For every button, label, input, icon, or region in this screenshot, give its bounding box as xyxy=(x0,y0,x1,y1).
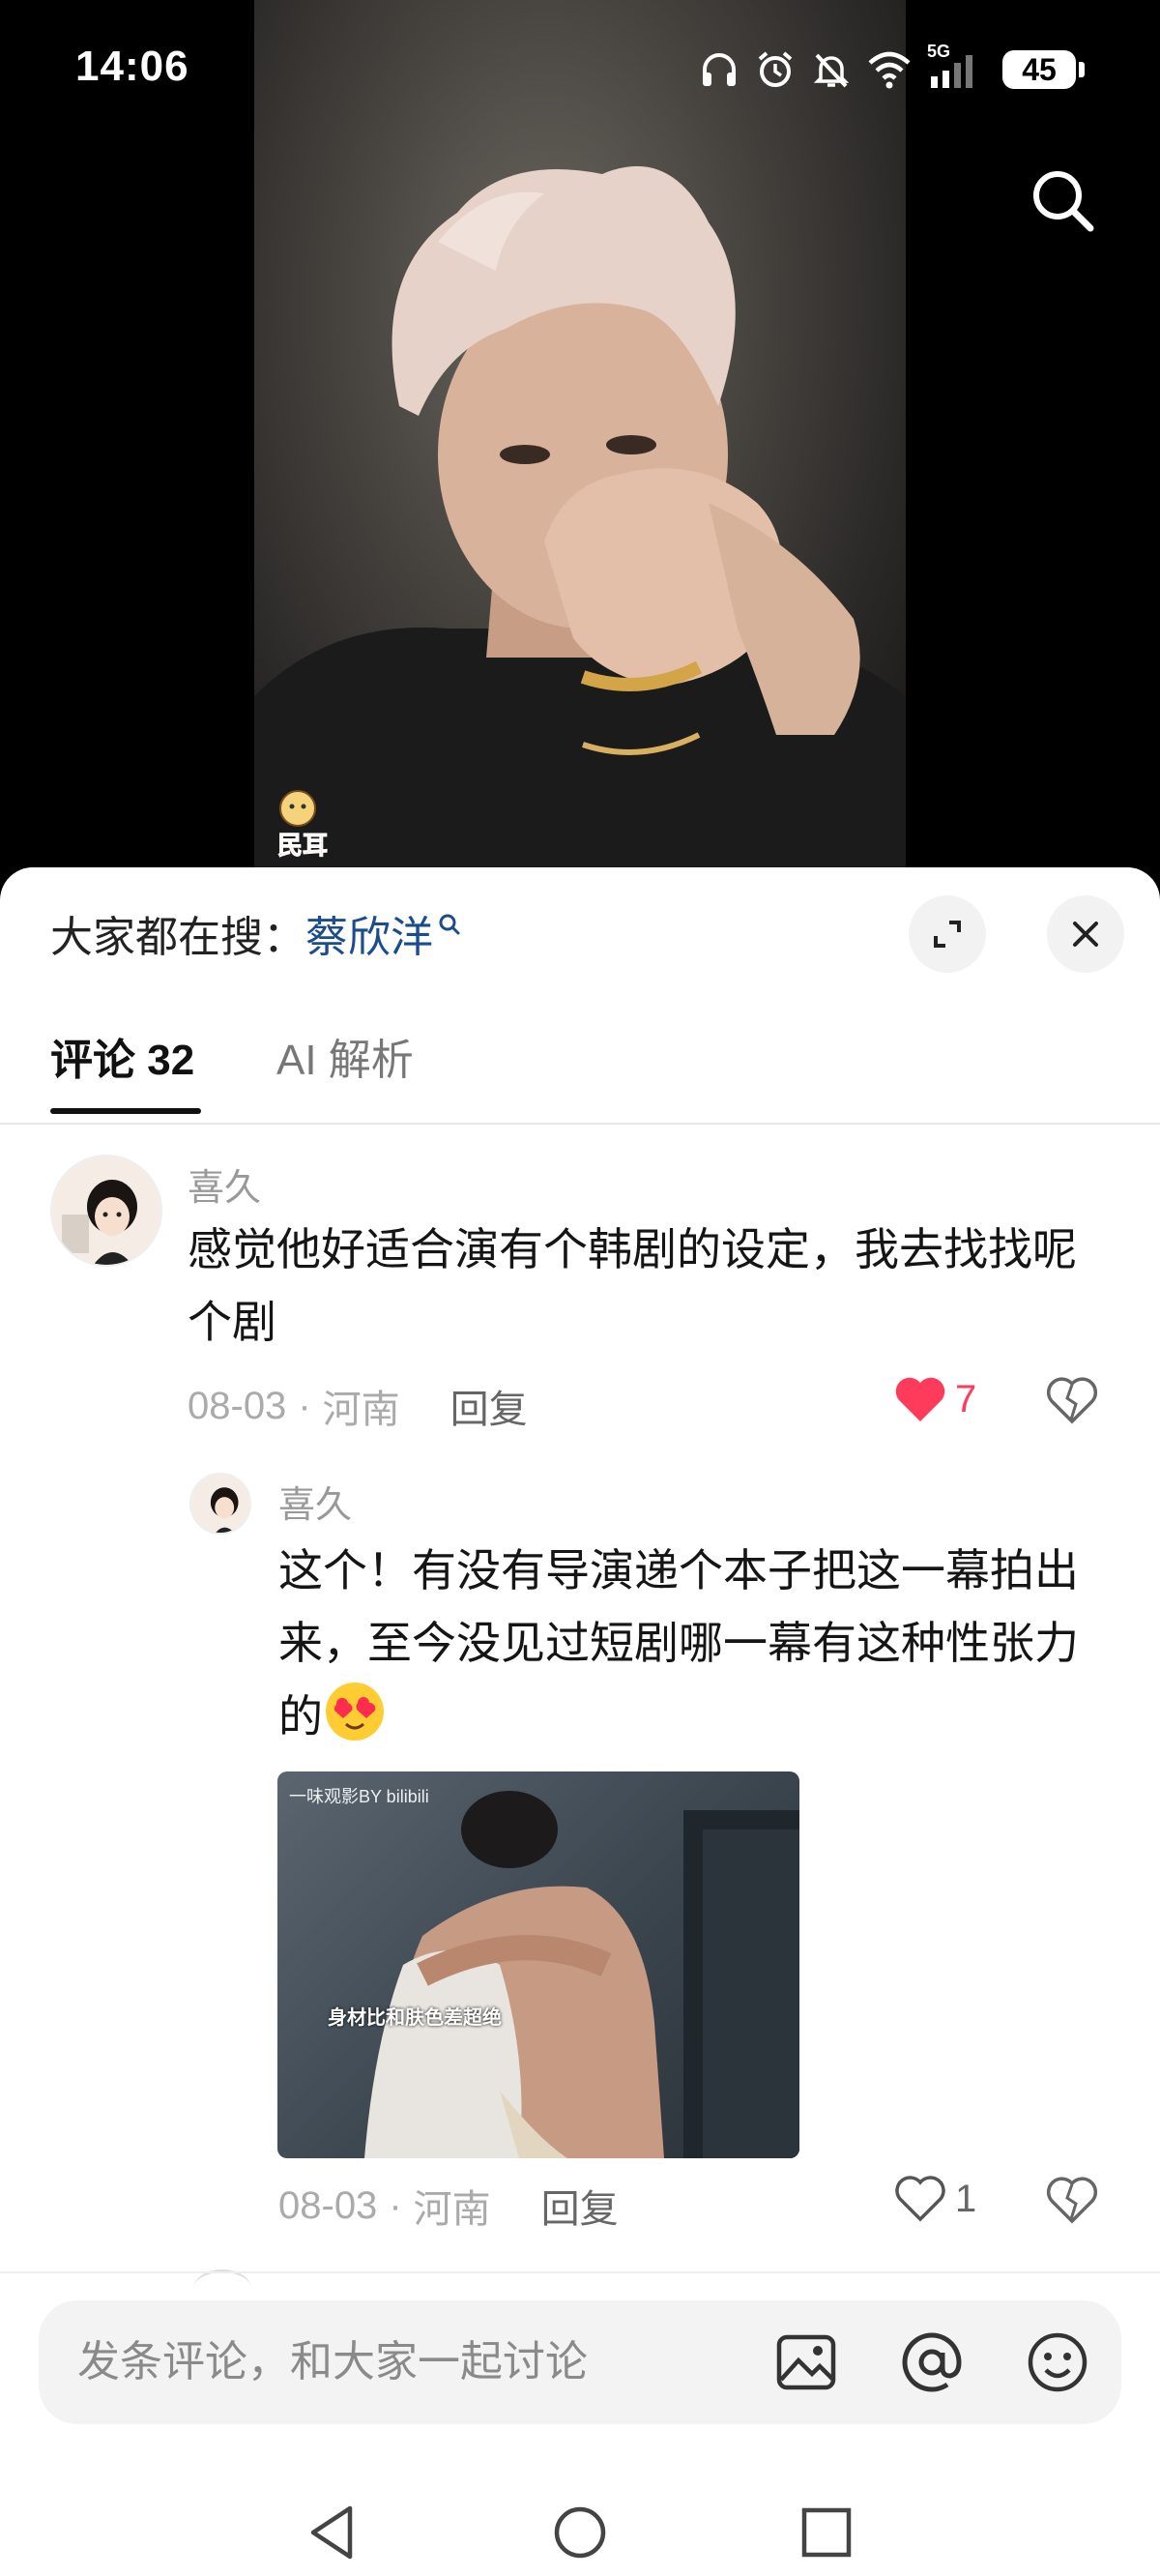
comment-date: 08-03 xyxy=(188,1384,287,1427)
reply-image-still xyxy=(364,1791,799,2158)
reply-button[interactable]: 回复 xyxy=(450,1378,528,1434)
home-icon[interactable] xyxy=(546,2499,614,2566)
video-player[interactable]: 民耳 14:06 5G 45 xyxy=(0,0,1160,870)
battery-level: 45 xyxy=(1002,50,1076,89)
expand-icon xyxy=(934,921,961,948)
wifi-icon xyxy=(868,51,911,89)
like-button[interactable]: 1 xyxy=(893,2175,976,2223)
reply-meta: 08-03 · 河南 回复 xyxy=(278,2178,619,2234)
back-icon[interactable] xyxy=(300,2499,367,2566)
reply-date: 08-03 xyxy=(278,2183,378,2227)
mute-icon xyxy=(813,53,850,88)
navigation-bar xyxy=(0,2479,1160,2576)
recents-icon[interactable] xyxy=(793,2499,860,2566)
tab-bar: 评论 32 AI 解析 xyxy=(0,1027,1160,1125)
like-button[interactable]: 7 xyxy=(893,1375,976,1423)
heart-filled-icon xyxy=(895,1377,945,1421)
hot-search-term[interactable]: 蔡欣洋 xyxy=(305,902,433,964)
battery-icon: 45 xyxy=(1002,50,1085,89)
comment-text: 感觉他好适合演有个韩剧的设定，我去找找呢个剧 xyxy=(188,1224,1077,1347)
heart-eyes-emoji xyxy=(326,1683,384,1741)
like-count: 1 xyxy=(955,2177,977,2220)
headphones-icon xyxy=(703,53,736,86)
close-button[interactable] xyxy=(1047,895,1124,973)
broken-heart-icon xyxy=(1046,1377,1098,1424)
comment-meta: 08-03 · 河南 回复 xyxy=(188,1378,528,1434)
reply-text: 这个！有没有导演递个本子把这一幕拍出来，至今没见过短剧哪一幕有这种性张力的 xyxy=(278,1535,1087,1753)
image-watermark: 一味观影BY bilibili xyxy=(289,1787,429,1806)
close-icon xyxy=(1073,922,1098,947)
status-time: 14:06 xyxy=(75,43,189,90)
like-count: 7 xyxy=(955,1377,977,1420)
reply-button[interactable]: 回复 xyxy=(541,2178,619,2234)
avatar[interactable] xyxy=(189,1473,251,1535)
dislike-button[interactable] xyxy=(1046,1375,1098,1430)
dislike-button[interactable] xyxy=(1046,2175,1098,2230)
image-icon[interactable] xyxy=(773,2329,839,2395)
status-bar: 14:06 5G 45 xyxy=(0,0,1160,145)
tab-ai-analysis[interactable]: AI 解析 xyxy=(276,1027,414,1095)
reply-text-content: 这个！有没有导演递个本子把这一幕拍出来，至今没见过短剧哪一幕有这种性张力的 xyxy=(278,1545,1079,1742)
status-icons: 5G 45 xyxy=(699,42,1085,97)
comment-composer[interactable]: 发条评论，和大家一起讨论 xyxy=(39,2300,1121,2424)
comment-username[interactable]: 喜久 xyxy=(188,1157,261,1211)
hot-search-prefix: 大家都在搜： xyxy=(50,914,305,961)
at-icon[interactable] xyxy=(899,2329,965,2395)
tab-comments[interactable]: 评论 32 xyxy=(50,1027,194,1095)
expand-button[interactable] xyxy=(909,895,986,973)
sticker-text: 民耳 xyxy=(276,831,329,861)
avatar[interactable] xyxy=(50,1155,162,1267)
reply-location: 河南 xyxy=(413,2188,491,2231)
search-icon[interactable] xyxy=(1025,162,1102,240)
reply-username[interactable]: 喜久 xyxy=(278,1475,352,1528)
comment-location: 河南 xyxy=(322,1389,400,1431)
signal-icon: 5G xyxy=(927,42,987,92)
emoji-icon[interactable] xyxy=(1025,2329,1090,2395)
tab-indicator xyxy=(50,1108,201,1114)
search-small-icon xyxy=(439,914,460,935)
sticker: 民耳 xyxy=(264,783,332,861)
divider xyxy=(0,2271,1160,2273)
image-caption: 身材比和肤色差超绝 xyxy=(328,2007,502,2029)
broken-heart-icon xyxy=(1046,2177,1098,2224)
alarm-icon xyxy=(758,51,793,87)
heart-outline-icon xyxy=(895,2176,945,2222)
comment-input[interactable]: 发条评论，和大家一起讨论 xyxy=(77,2300,588,2424)
reply-image[interactable]: 一味观影BY bilibili 身材比和肤色差超绝 xyxy=(277,1771,799,2158)
comment-sheet: 大家都在搜： 蔡欣洋 评论 32 AI 解析 喜久 感觉他好适合演有个韩剧的设定… xyxy=(0,867,1160,2576)
hot-search[interactable]: 大家都在搜： 蔡欣洋 xyxy=(50,902,462,964)
